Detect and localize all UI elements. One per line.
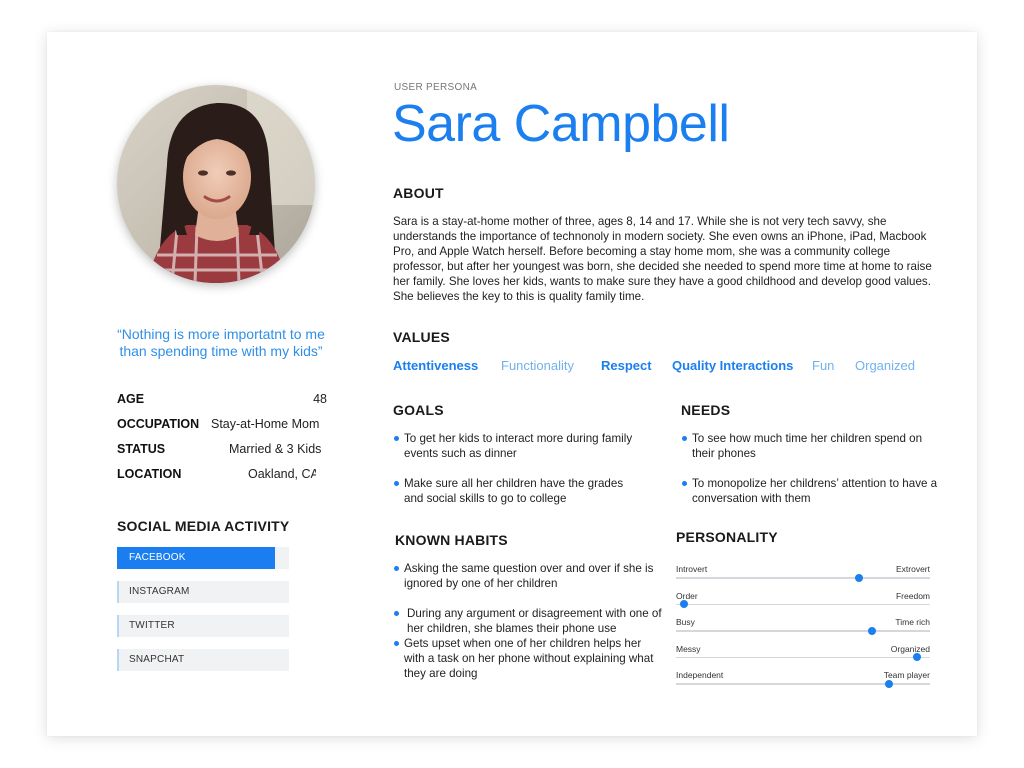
social-label: FACEBOOK <box>129 552 186 563</box>
trait-left-label: Introvert <box>676 564 708 574</box>
fact-value: Oakland, CA <box>248 467 316 481</box>
value-item: Fun <box>812 358 835 373</box>
habit-item: Asking the same question over and over i… <box>393 561 663 591</box>
about-text: Sara is a stay-at-home mother of three, … <box>393 215 932 303</box>
social-media-title: SOCIAL MEDIA ACTIVITY <box>117 518 290 534</box>
persona-photo <box>117 85 315 283</box>
trait-track <box>676 577 930 579</box>
fact-value: Married & 3 Kids <box>229 442 322 456</box>
social-bar-facebook: FACEBOOK <box>117 547 289 569</box>
trait-left-label: Messy <box>676 643 701 654</box>
habit-item: Gets upset when one of her children help… <box>393 636 663 681</box>
fact-location: LOCATION Oakland, CA <box>117 465 327 490</box>
persona-tag: USER PERSONA <box>394 82 478 93</box>
trait-slider: Independent Team player <box>676 670 930 697</box>
trait-left-label: Busy <box>676 617 695 627</box>
need-item: To see how much time her children spend … <box>681 431 943 461</box>
persona-card: “Nothing is more importatnt to me than s… <box>47 32 977 736</box>
trait-track <box>676 656 930 658</box>
trait-slider: Introvert Extrovert <box>676 564 930 591</box>
known-habits-title: KNOWN HABITS <box>395 532 508 548</box>
value-item: Respect <box>601 358 652 373</box>
fact-value: 48 <box>313 392 327 406</box>
needs-title: NEEDS <box>681 402 731 418</box>
goals-list: To get her kids to interact more during … <box>393 431 643 506</box>
values-list: Attentiveness Functionality Respect Qual… <box>393 358 953 376</box>
trait-slider: Order Freedom <box>676 591 930 618</box>
value-item: Functionality <box>501 358 574 373</box>
fact-label: OCCUPATION <box>117 417 200 431</box>
social-label: TWITTER <box>129 620 175 631</box>
trait-right-label: Organized <box>890 643 930 654</box>
about-title: ABOUT <box>393 185 444 201</box>
fact-value: Stay-at-Home Mom <box>211 417 320 431</box>
social-media-list: FACEBOOK INSTAGRAM TWITTER SNAPCHAT <box>117 547 289 683</box>
need-item: To monopolize her childrens’ attention t… <box>681 476 943 506</box>
trait-track <box>676 630 930 632</box>
fact-label: STATUS <box>117 442 166 456</box>
goal-item: Make sure all her children have the grad… <box>393 476 643 506</box>
trait-marker <box>913 653 922 661</box>
needs-list: To see how much time her children spend … <box>681 431 943 506</box>
fact-status: STATUS Married & 3 Kids <box>117 440 327 465</box>
values-title: VALUES <box>393 329 450 345</box>
trait-marker <box>885 679 894 688</box>
fact-label: LOCATION <box>117 467 182 481</box>
trait-marker <box>867 626 876 635</box>
trait-slider: Busy Time rich <box>676 617 930 644</box>
trait-left-label: Independent <box>676 670 724 680</box>
social-label: INSTAGRAM <box>129 586 190 597</box>
trait-right-label: Extrovert <box>895 564 930 574</box>
trait-right-label: Freedom <box>895 590 930 601</box>
persona-name: Sara Campbell <box>392 95 730 153</box>
social-bar-snapchat: SNAPCHAT <box>117 649 289 671</box>
habits-list: Asking the same question over and over i… <box>393 561 663 681</box>
fact-age: AGE 48 <box>117 390 327 415</box>
social-label: SNAPCHAT <box>129 654 185 665</box>
trait-right-label: Time rich <box>895 617 930 627</box>
value-item: Quality Interactions <box>672 358 794 373</box>
social-bar-instagram: INSTAGRAM <box>117 581 289 603</box>
trait-slider: Messy Organized <box>676 644 930 671</box>
persona-quote: “Nothing is more importatnt to me than s… <box>117 326 325 359</box>
personality-sliders: Introvert Extrovert Order Freedom Busy T… <box>676 564 930 697</box>
fact-occupation: OCCUPATION Stay-at-Home Mom <box>117 415 327 440</box>
trait-marker <box>854 573 863 582</box>
goals-title: GOALS <box>393 402 444 418</box>
habit-item: During any argument or disagreement with… <box>393 606 663 636</box>
fact-label: AGE <box>117 392 145 406</box>
trait-marker <box>679 600 688 608</box>
value-item: Organized <box>855 358 915 373</box>
persona-facts: AGE 48 OCCUPATION Stay-at-Home Mom STATU… <box>117 390 327 490</box>
social-bar-twitter: TWITTER <box>117 615 289 637</box>
trait-left-label: Order <box>676 590 698 601</box>
value-item: Attentiveness <box>393 358 479 373</box>
goal-item: To get her kids to interact more during … <box>393 431 643 461</box>
trait-track <box>676 603 930 605</box>
personality-title: PERSONALITY <box>676 529 778 545</box>
trait-right-label: Team player <box>883 670 930 680</box>
